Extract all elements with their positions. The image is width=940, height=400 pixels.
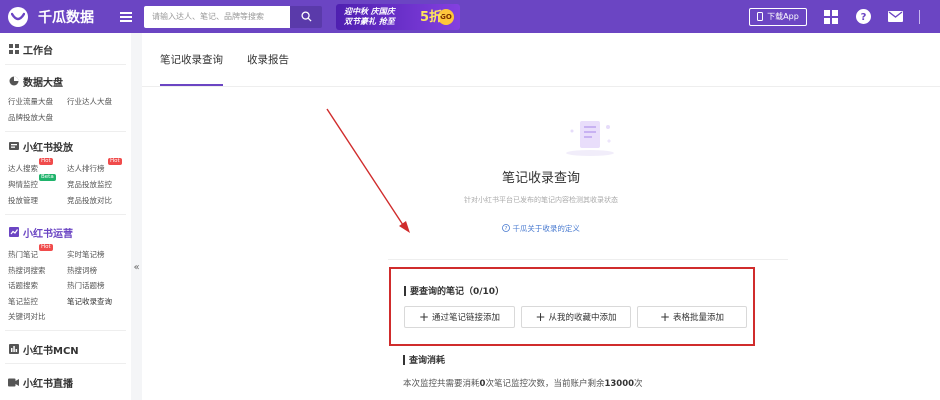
query-notes-heading: 要查询的笔记（0/10） (404, 284, 504, 297)
sidebar-link[interactable]: 笔记监控 (8, 295, 67, 308)
cost-description: 本次监控共需要消耗0次笔记监控次数，当前账户剩余13000次 (403, 379, 643, 389)
phone-icon (757, 12, 764, 21)
sidebar-collapse-button[interactable]: « (131, 258, 142, 278)
svg-text:?: ? (860, 12, 866, 23)
sidebar-link[interactable]: 实时笔记榜 (67, 248, 127, 261)
download-app-label: 下载App (767, 12, 799, 21)
sidebar-link[interactable]: 话题搜索 (8, 279, 67, 292)
add-from-favorites-button[interactable]: + 从我的收藏中添加 (521, 306, 631, 328)
sidebar-link-sentiment[interactable]: 舆情监控 Beta (8, 174, 67, 191)
hot-badge: Hot (108, 158, 122, 165)
help-icon[interactable]: ? (855, 9, 871, 25)
search-box (144, 5, 322, 28)
mcn-icon (8, 344, 19, 355)
sidebar-section-mcn[interactable]: 小红书MCN (0, 331, 131, 357)
inclusion-definition-link[interactable]: ? 千瓜关于收录的定义 (142, 223, 940, 234)
mail-icon[interactable] (887, 9, 903, 25)
add-by-link-button[interactable]: + 通过笔记链接添加 (404, 306, 515, 328)
cost-heading: 查询消耗 (403, 353, 445, 366)
sidebar-workbench-label: 工作台 (23, 45, 53, 57)
banner-discount: 5折 (420, 9, 443, 25)
plus-icon: + (659, 310, 671, 324)
sidebar-link-influencer-search[interactable]: 达人搜索 Hot (8, 158, 67, 175)
empty-state-subtitle: 针对小红书平台已发布的笔记内容检测其收录状态 (464, 196, 618, 204)
search-icon (300, 11, 312, 22)
brand-name: 千瓜数据 (38, 9, 94, 26)
hot-badge: Hot (39, 158, 53, 165)
empty-state-title: 笔记收录查询 (501, 171, 580, 186)
beta-badge: Beta (39, 174, 56, 181)
sidebar-operation-title: 小红书运营 (23, 228, 73, 240)
add-notes-actions: + 通过笔记链接添加 + 从我的收藏中添加 + 表格批量添加 (404, 306, 747, 328)
question-circle-icon: ? (502, 224, 510, 232)
search-input[interactable] (144, 5, 290, 28)
inclusion-definition-label: 千瓜关于收录的定义 (512, 224, 580, 233)
apps-grid-icon[interactable] (823, 9, 839, 25)
heading-bar (404, 285, 406, 296)
query-notes-panel: 要查询的笔记（0/10） + 通过笔记链接添加 + 从我的收藏中添加 + 表格批量添加 (389, 267, 755, 346)
sidebar-section-live[interactable]: 小红书直播 (0, 364, 131, 390)
sidebar-link[interactable]: 热搜词搜索 (8, 264, 67, 277)
sidebar: 工作台 数据大盘 行业流量大盘 行业达人大盘 品牌投放大盘 小红书投放 达人搜索… (0, 33, 131, 400)
top-right-actions: 下载App ? (749, 0, 940, 33)
pie-chart-icon (8, 76, 19, 87)
grid-icon (8, 44, 19, 55)
tab-note-inclusion-query[interactable]: 笔记收录查询 (160, 32, 223, 86)
search-button[interactable] (290, 6, 322, 28)
download-app-button[interactable]: 下载App (749, 7, 807, 26)
sidebar-section-operation: 小红书运营 热门笔记 Hot 实时笔记榜 热搜词搜索 热搜词榜 话题搜索 热门话题… (0, 215, 131, 323)
sidebar-dashboard-title: 数据大盘 (23, 77, 63, 89)
sidebar-link[interactable]: 投放管理 (8, 194, 67, 207)
promo-banner[interactable]: 迎中秋 庆国庆 双节豪礼 抢至 5折 GO (336, 3, 460, 30)
sidebar-link-note-inclusion[interactable]: 笔记收录查询 (67, 295, 127, 308)
top-divider (919, 9, 920, 24)
svg-text:?: ? (505, 226, 508, 232)
hot-badge: Hot (39, 244, 53, 251)
batch-add-by-spreadsheet-button[interactable]: + 表格批量添加 (637, 306, 747, 328)
empty-state-illustration (566, 121, 614, 156)
sidebar-link-influencer-rank[interactable]: 达人排行榜 Hot (67, 158, 127, 175)
main-content: 笔记收录查询 收录报告 笔记收录查询 针对小红书平台已发布的笔记内容检测其收录状… (142, 33, 940, 400)
tab-inclusion-report[interactable]: 收录报告 (247, 32, 289, 86)
campaign-icon (8, 141, 19, 152)
plus-icon: + (535, 310, 546, 324)
sidebar-link[interactable]: 竞品投放对比 (67, 194, 127, 207)
sidebar-link[interactable]: 热搜词榜 (67, 264, 127, 277)
separator-line (388, 259, 788, 260)
sidebar-link[interactable]: 品牌投放大盘 (8, 111, 67, 124)
sidebar-section-dashboard: 数据大盘 行业流量大盘 行业达人大盘 品牌投放大盘 (0, 65, 131, 124)
logo-icon (8, 6, 28, 27)
sidebar-mcn-title: 小红书MCN (23, 345, 79, 357)
sidebar-link[interactable]: 关键词对比 (8, 310, 67, 323)
menu-toggle-icon[interactable] (120, 11, 132, 22)
sidebar-link[interactable]: 热门话题榜 (67, 279, 127, 292)
video-icon (8, 377, 19, 388)
banner-text: 迎中秋 庆国庆 双节豪礼 抢至 (344, 6, 395, 26)
sidebar-link[interactable]: 行业流量大盘 (8, 95, 67, 108)
sidebar-link-hot-notes[interactable]: 热门笔记 Hot (8, 244, 67, 261)
brand-logo[interactable]: 千瓜数据 (8, 6, 94, 27)
plus-icon: + (418, 310, 430, 324)
top-bar: 千瓜数据 迎中秋 庆国庆 双节豪礼 抢至 5折 GO 下载App ? (0, 0, 940, 33)
query-notes-heading-label: 要查询的笔记（0/10） (410, 287, 505, 297)
sidebar-workbench[interactable]: 工作台 (0, 33, 131, 57)
sidebar-live-title: 小红书直播 (23, 378, 73, 390)
heading-bar (403, 354, 405, 365)
tab-bar: 笔记收录查询 收录报告 (142, 33, 940, 87)
cost-heading-label: 查询消耗 (409, 356, 446, 366)
sidebar-delivery-title: 小红书投放 (23, 142, 73, 154)
sidebar-link[interactable]: 行业达人大盘 (67, 95, 127, 108)
remaining-count: 13000 (604, 379, 635, 389)
sidebar-section-delivery: 小红书投放 达人搜索 Hot 达人排行榜 Hot 舆情监控 Beta 竞品投放监控 投… (0, 132, 131, 207)
sidebar-link[interactable]: 竞品投放监控 (67, 178, 127, 191)
chart-icon (8, 227, 19, 238)
